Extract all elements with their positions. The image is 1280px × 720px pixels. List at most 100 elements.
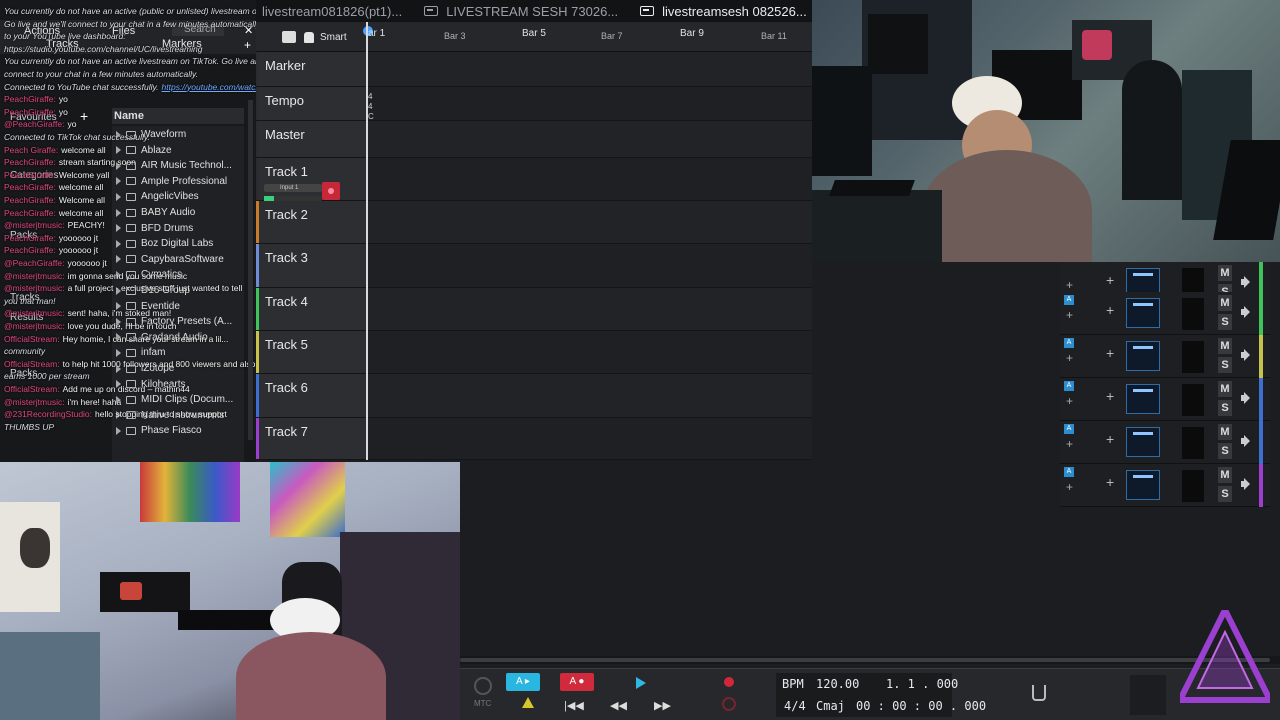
add-insert-icon[interactable]: + (1106, 302, 1114, 318)
track-lane[interactable] (366, 418, 812, 460)
add-icon[interactable]: + (1066, 278, 1073, 292)
project-tab[interactable]: livestream081826(pt1)... (262, 4, 402, 19)
track-lane[interactable] (366, 374, 812, 418)
automation-badge[interactable]: A (1064, 467, 1074, 477)
input-selector[interactable]: Input 1 (264, 184, 322, 192)
browser-folder[interactable]: CapybaraSoftware (116, 252, 224, 267)
goto-start-icon[interactable]: |◀◀ (564, 699, 586, 713)
mute-button[interactable]: M (1218, 424, 1232, 440)
expand-icon[interactable] (116, 426, 121, 435)
expand-icon[interactable] (116, 255, 121, 264)
track-lane[interactable] (366, 52, 812, 87)
solo-button[interactable]: S (1218, 400, 1232, 416)
automation-badge[interactable]: A (1064, 424, 1074, 434)
time-position[interactable]: 00 : 00 : 00 . 000 (856, 699, 986, 713)
track-header[interactable]: Tempo (256, 87, 366, 121)
track-lane[interactable] (366, 87, 812, 121)
loop-button[interactable]: A ▸ (506, 673, 540, 691)
scrollbar-thumb[interactable] (460, 658, 1270, 662)
track-lane[interactable] (366, 244, 812, 288)
time-signature[interactable]: 4/4 (784, 699, 806, 713)
expand-icon[interactable] (116, 192, 121, 201)
add-insert-icon[interactable]: + (1106, 272, 1114, 288)
project-tab[interactable]: livestreamsesh 082526... (640, 4, 807, 19)
browser-folder[interactable]: AngelicVibes (116, 189, 199, 204)
smart-tool-button[interactable]: Smart (304, 32, 347, 43)
expand-icon[interactable] (116, 208, 121, 217)
bar-position[interactable]: 1. 1 . 000 (886, 677, 958, 691)
track-header[interactable]: Track 2 (256, 201, 366, 244)
add-icon[interactable]: + (1066, 308, 1073, 322)
track-name[interactable]: Track 2 (265, 207, 308, 222)
mute-button[interactable]: M (1218, 338, 1232, 354)
track-name[interactable]: Tempo (265, 93, 304, 108)
expand-icon[interactable] (116, 348, 121, 357)
solo-button[interactable]: S (1218, 443, 1232, 459)
speaker-icon[interactable] (1241, 392, 1253, 404)
volume-fader[interactable] (1126, 427, 1160, 457)
add-insert-icon[interactable]: + (1106, 345, 1114, 361)
track-name[interactable]: Marker (265, 58, 305, 73)
arrange-tool-icon[interactable] (282, 31, 296, 43)
timeline-ruler[interactable]: Smart ar 1 Bar 3 Bar 5 Bar 7 Bar 9 Bar 1… (256, 22, 812, 52)
mute-button[interactable]: M (1218, 295, 1232, 311)
track-lane[interactable] (366, 201, 812, 244)
plug-icon[interactable] (1032, 685, 1046, 701)
browser-folder[interactable]: Ample Professional (116, 174, 227, 189)
speaker-icon[interactable] (1241, 349, 1253, 361)
speaker-icon[interactable] (1241, 306, 1253, 318)
solo-button[interactable]: S (1218, 486, 1232, 502)
chat-link[interactable]: https://youtube.com/watch? (162, 82, 256, 92)
add-icon[interactable]: + (1066, 394, 1073, 408)
mute-button[interactable]: M (1218, 467, 1232, 483)
expand-icon[interactable] (116, 239, 121, 248)
speaker-icon[interactable] (1241, 478, 1253, 490)
automation-badge[interactable]: A (1064, 295, 1074, 305)
browser-folder[interactable]: Boz Digital Labs (116, 236, 213, 251)
browser-folder[interactable]: MIDI Clips (Docum... (116, 392, 233, 407)
add-icon[interactable]: + (1066, 437, 1073, 451)
expand-icon[interactable] (116, 146, 121, 155)
play-icon[interactable] (636, 677, 646, 689)
add-favourite-icon[interactable]: + (80, 108, 88, 124)
volume-fader[interactable] (1126, 384, 1160, 414)
browser-folder[interactable]: BFD Drums (116, 221, 193, 236)
track-header[interactable]: Track 3 (256, 244, 366, 288)
track-lane[interactable] (366, 158, 812, 201)
add-icon[interactable]: + (1066, 351, 1073, 365)
track-name[interactable]: Track 5 (265, 337, 308, 352)
key-signature[interactable]: Cmaj (816, 699, 845, 713)
track-name[interactable]: Master (265, 127, 305, 142)
track-name[interactable]: Track 4 (265, 294, 308, 309)
volume-fader[interactable] (1126, 298, 1160, 328)
solo-button[interactable]: S (1218, 357, 1232, 373)
track-header[interactable]: Marker (256, 52, 366, 87)
track-lane[interactable] (366, 121, 812, 158)
track-header[interactable]: Master (256, 121, 366, 158)
solo-button[interactable]: S (1218, 314, 1232, 330)
track-lane[interactable] (366, 288, 812, 331)
speaker-icon[interactable] (1241, 276, 1253, 288)
rewind-icon[interactable]: ◀◀ (610, 699, 632, 713)
track-name[interactable]: Track 6 (265, 380, 308, 395)
loop-record-icon[interactable] (722, 697, 736, 711)
record-icon[interactable] (724, 677, 734, 687)
record-arm-button[interactable] (322, 182, 340, 200)
add-insert-icon[interactable]: + (1106, 431, 1114, 447)
track-lane[interactable] (366, 331, 812, 374)
volume-fader[interactable] (1126, 470, 1160, 500)
track-header[interactable]: Track 7 (256, 418, 366, 460)
project-tab[interactable]: LIVESTREAM SESH 73026... (424, 4, 618, 19)
add-icon[interactable]: + (1066, 480, 1073, 494)
automation-badge[interactable]: A (1064, 338, 1074, 348)
mute-button[interactable]: M (1218, 265, 1232, 281)
volume-fader[interactable] (1126, 341, 1160, 371)
track-header[interactable]: Track 1 Input 1 (256, 158, 366, 201)
track-name[interactable]: Track 1 (265, 164, 308, 179)
expand-icon[interactable] (116, 224, 121, 233)
track-header[interactable]: Track 6 (256, 374, 366, 418)
metronome-icon[interactable] (474, 677, 492, 695)
browser-scrollbar[interactable] (248, 100, 253, 440)
bpm-value[interactable]: 120.00 (816, 677, 859, 691)
expand-icon[interactable] (116, 177, 121, 186)
